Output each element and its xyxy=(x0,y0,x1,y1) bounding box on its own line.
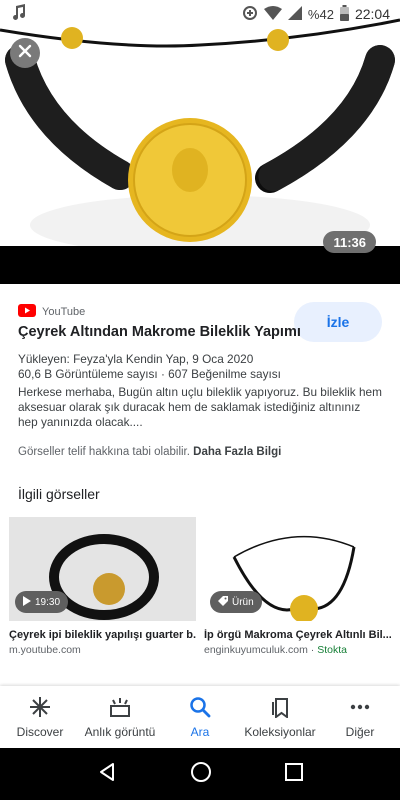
nav-label: Diğer xyxy=(345,724,375,739)
data-saver-icon xyxy=(242,5,258,24)
signal-icon xyxy=(287,5,302,23)
more-info-link[interactable]: Daha Fazla Bilgi xyxy=(193,446,281,458)
more-icon xyxy=(349,696,371,721)
related-image-thumbnail[interactable]: 19:30 xyxy=(9,517,196,621)
clock: 22:04 xyxy=(354,6,390,22)
tag-icon xyxy=(218,595,228,609)
related-images-heading: İlgili görseller xyxy=(18,486,100,502)
nav-label: Discover xyxy=(16,724,64,739)
uploader-info: Yükleyen: Feyza'yla Kendin Yap, 9 Oca 20… xyxy=(18,352,254,366)
bookmarks-icon xyxy=(269,696,291,721)
recents-icon[interactable] xyxy=(285,762,304,786)
close-button[interactable] xyxy=(10,38,40,68)
result-description: Herkese merhaba, Bugün altın uçlu bilekl… xyxy=(18,385,382,429)
snapshot-icon xyxy=(108,696,132,721)
close-icon xyxy=(18,44,32,63)
copyright-note: Görseller telif hakkına tabi olabilir. D… xyxy=(18,446,281,458)
product-badge: Ürün xyxy=(210,591,262,613)
wifi-icon xyxy=(263,5,282,23)
view-stats: 60,6 B Görüntüleme sayısı · 607 Beğenilm… xyxy=(18,367,281,381)
result-title[interactable]: Çeyrek Altından Makrome Bileklik Yapımı xyxy=(18,324,301,340)
related-image-thumbnail[interactable]: Ürün xyxy=(204,517,391,621)
badge-label: Ürün xyxy=(232,596,254,608)
nav-label: Koleksiyonlar xyxy=(244,724,316,739)
video-duration-badge: 19:30 xyxy=(15,591,69,613)
source-row[interactable]: YouTube xyxy=(18,304,85,320)
home-icon[interactable] xyxy=(190,761,212,788)
bracelet-illustration xyxy=(0,0,400,250)
nav-discover[interactable]: Discover xyxy=(0,686,80,748)
nav-more[interactable]: Diğer xyxy=(320,686,400,748)
copyright-text: Görseller telif hakkına tabi olabilir. xyxy=(18,446,190,458)
stock-status: Stokta xyxy=(317,644,348,656)
music-note-icon xyxy=(10,3,28,26)
badge-label: 19:30 xyxy=(35,596,61,608)
related-image-source: m.youtube.com xyxy=(9,644,81,656)
nav-label: Ara xyxy=(190,724,210,739)
asterisk-icon xyxy=(29,696,51,721)
nav-snapshot[interactable]: Anlık görüntü xyxy=(80,686,160,748)
related-image-card[interactable]: Ürün İp örgü Makroma Çeyrek Altınlı Bil.… xyxy=(204,517,391,656)
related-image-caption: Çeyrek ipi bileklik yapılışı guarter b..… xyxy=(9,629,196,641)
related-image-source: enginkuyumculuk.com xyxy=(204,644,308,656)
related-image-card[interactable]: 19:30 Çeyrek ipi bileklik yapılışı guart… xyxy=(9,517,196,656)
youtube-icon xyxy=(18,304,36,320)
back-icon[interactable] xyxy=(97,762,117,787)
watch-button[interactable]: İzle xyxy=(294,302,382,342)
system-navigation-bar xyxy=(0,748,400,800)
play-icon xyxy=(23,595,31,609)
video-duration-badge: 11:36 xyxy=(323,231,376,253)
nav-collections[interactable]: Koleksiyonlar xyxy=(240,686,320,748)
bottom-navigation: Discover Anlık görüntü Ara Koleksiyonlar… xyxy=(0,686,400,748)
related-image-source-row: enginkuyumculuk.com · Stokta xyxy=(204,644,348,656)
related-image-caption: İp örgü Makroma Çeyrek Altınlı Bil... xyxy=(204,629,391,641)
search-icon xyxy=(189,696,211,721)
battery-percent: %42 xyxy=(307,6,334,22)
hero-video-thumbnail[interactable] xyxy=(0,0,400,250)
battery-icon xyxy=(339,4,349,24)
nav-search[interactable]: Ara xyxy=(160,686,240,748)
source-name: YouTube xyxy=(42,306,86,318)
nav-label: Anlık görüntü xyxy=(84,724,156,739)
status-bar: %42 22:04 xyxy=(0,0,400,28)
